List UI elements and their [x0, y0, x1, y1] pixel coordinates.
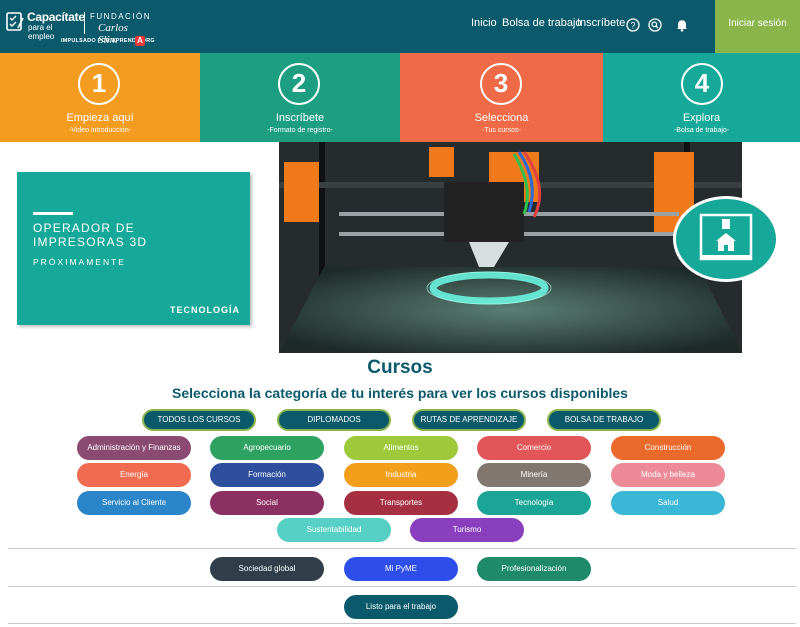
logo-divider — [84, 12, 85, 34]
extra-mi-pyme[interactable]: Mi PyME — [344, 557, 458, 581]
step-subtitle: -Tus cursos- — [482, 127, 521, 134]
category-sustentabilidad[interactable]: Sustentabilidad — [277, 518, 391, 542]
logo-subtitle: para el empleo — [28, 23, 55, 41]
banner-title: OPERADOR DE IMPRESORAS 3D — [33, 221, 147, 249]
banner-coming-soon: PRÓXIMAMENTE — [33, 257, 126, 267]
site-header: Capacítate para el empleo FUNDACIÓN Carl… — [0, 0, 800, 53]
cursos-subtitle: Selecciona la categoría de tu interés pa… — [172, 385, 628, 401]
3d-printer-badge-icon — [673, 196, 779, 282]
checklist-icon — [6, 12, 24, 31]
category-administracion-y-finanzas[interactable]: Administración y Finanzas — [77, 436, 191, 460]
step-selecciona[interactable]: 3 Selecciona -Tus cursos- — [400, 53, 603, 142]
step-subtitle: -Formato de registro- — [267, 127, 333, 134]
category-salud[interactable]: Salud — [611, 491, 725, 515]
cursos-title: Cursos — [367, 357, 433, 378]
aprende-badge: A — [135, 36, 145, 46]
category-transportes[interactable]: Transportes — [344, 491, 458, 515]
extra-profesionalizacion[interactable]: Profesionalización — [477, 557, 591, 581]
category-moda-y-belleza[interactable]: Moda y belleza — [611, 463, 725, 487]
step-subtitle: -Video introducción- — [68, 127, 132, 134]
step-title: Selecciona — [474, 112, 529, 124]
banner-category: TECNOLOGÍA — [170, 305, 240, 315]
step-number: 3 — [480, 63, 522, 105]
step-subtitle: -Bolsa de trabajo- — [673, 127, 730, 134]
extra-sociedad-global[interactable]: Sociedad global — [210, 557, 324, 581]
listo-para-el-trabajo-button[interactable]: Listo para el trabajo — [344, 595, 458, 619]
category-turismo[interactable]: Turismo — [410, 518, 524, 542]
bell-icon[interactable] — [675, 18, 689, 32]
step-number: 1 — [78, 63, 120, 105]
section-divider — [8, 586, 796, 587]
nav-inscribete[interactable]: Inscríbete — [577, 17, 625, 29]
category-agropecuario[interactable]: Agropecuario — [210, 436, 324, 460]
category-social[interactable]: Social — [210, 491, 324, 515]
section-divider — [8, 623, 796, 624]
step-explora[interactable]: 4 Explora -Bolsa de trabajo- — [603, 53, 800, 142]
search-icon[interactable] — [648, 18, 662, 32]
step-number: 4 — [681, 63, 723, 105]
step-number: 2 — [278, 63, 320, 105]
step-title: Empieza aquí — [66, 112, 134, 124]
category-tecnologia[interactable]: Tecnología — [477, 491, 591, 515]
section-divider — [8, 548, 796, 549]
help-icon[interactable]: ? — [626, 18, 640, 32]
nav-inicio[interactable]: Inicio — [471, 17, 497, 29]
category-comercio[interactable]: Comercio — [477, 436, 591, 460]
printer-house-icon — [699, 213, 753, 261]
logo-fundacion: FUNDACIÓN — [90, 12, 152, 21]
category-mineria[interactable]: Minería — [477, 463, 591, 487]
tab-todos-los-cursos[interactable]: TODOS LOS CURSOS — [142, 409, 256, 431]
3d-printer-photo — [279, 142, 742, 353]
category-energia[interactable]: Energía — [77, 463, 191, 487]
course-banner-card[interactable]: OPERADOR DE IMPRESORAS 3D PRÓXIMAMENTE T… — [17, 172, 250, 325]
step-empieza-aqui[interactable]: 1 Empieza aquí -Video introducción- — [0, 53, 200, 142]
svg-text:?: ? — [630, 20, 635, 30]
category-industria[interactable]: Industria — [344, 463, 458, 487]
step-inscribete[interactable]: 2 Inscríbete -Formato de registro- — [200, 53, 400, 142]
tab-bolsa-de-trabajo[interactable]: BOLSA DE TRABAJO — [547, 409, 661, 431]
category-construccion[interactable]: Construcción — [611, 436, 725, 460]
steps-bar: 1 Empieza aquí -Video introducción- 2 In… — [0, 53, 800, 142]
banner-title-line2: IMPRESORAS 3D — [33, 235, 148, 249]
banner-title-line1: OPERADOR DE — [33, 221, 135, 235]
3d-printer-illustration — [279, 142, 742, 353]
tab-rutas-de-aprendizaje[interactable]: RUTAS DE APRENDIZAJE — [412, 409, 526, 431]
nav-bolsa-de-trabajo[interactable]: Bolsa de trabajo — [502, 17, 582, 29]
tab-diplomados[interactable]: DIPLOMADOS — [277, 409, 391, 431]
category-servicio-al-cliente[interactable]: Servicio al Cliente — [77, 491, 191, 515]
login-button[interactable]: Iniciar sesión — [715, 0, 800, 53]
category-alimentos[interactable]: Alimentos — [344, 436, 458, 460]
category-formacion[interactable]: Formación — [210, 463, 324, 487]
step-title: Explora — [682, 112, 721, 124]
logo-title: Capacítate — [27, 10, 85, 24]
step-title: Inscríbete — [275, 112, 325, 124]
banner-accent-line — [33, 212, 73, 215]
